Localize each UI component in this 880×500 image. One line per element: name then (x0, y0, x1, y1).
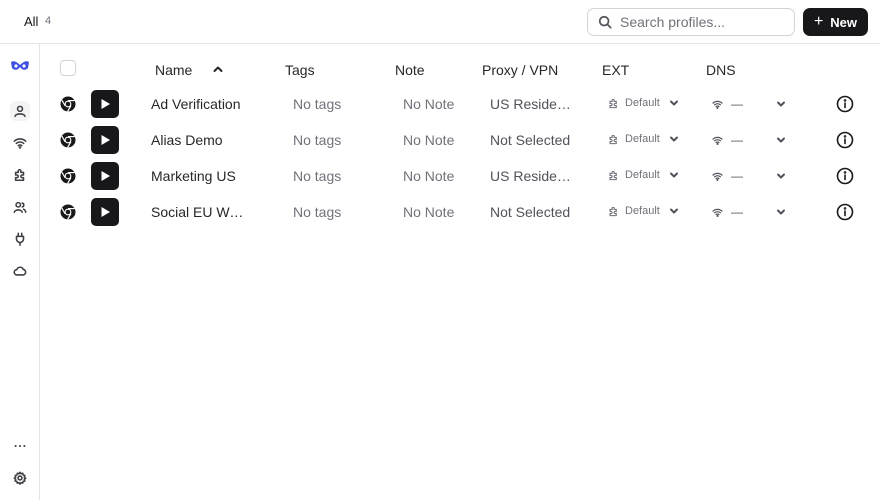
puzzle-icon (609, 206, 617, 216)
chrome-icon (60, 96, 76, 112)
chrome-icon (60, 168, 76, 184)
new-button-label: New (830, 14, 858, 30)
wifi-icon (712, 208, 723, 217)
ext-value: Default (625, 205, 660, 217)
chrome-icon (60, 204, 76, 220)
chevron-down-icon (670, 100, 678, 106)
info-icon[interactable] (836, 131, 854, 149)
search-box[interactable] (587, 8, 795, 36)
extensions-icon[interactable] (10, 165, 30, 185)
ext-dropdown[interactable]: Default (608, 97, 679, 109)
ext-dropdown[interactable]: Default (608, 169, 679, 181)
launch-profile-button[interactable] (91, 198, 119, 226)
table-row[interactable]: Marketing US No tags No Note US Resident… (40, 158, 880, 194)
column-header-note[interactable]: Note (395, 62, 425, 78)
ext-value: Default (625, 97, 660, 109)
info-icon[interactable] (836, 95, 854, 113)
profile-proxy[interactable]: Not Selected (490, 204, 575, 220)
profile-proxy[interactable]: US Residential (490, 168, 575, 184)
new-profile-button[interactable]: + New (803, 8, 868, 36)
profile-tags[interactable]: No tags (293, 96, 341, 112)
puzzle-icon (609, 98, 617, 108)
wifi-icon (712, 136, 723, 145)
search-input[interactable] (620, 14, 790, 30)
wifi-icon (712, 100, 723, 109)
table-row[interactable]: Social EU West No tags No Note Not Selec… (40, 194, 880, 230)
profile-proxy[interactable]: Not Selected (490, 132, 575, 148)
puzzle-icon (609, 134, 617, 144)
filter-all-label[interactable]: All (24, 14, 38, 29)
settings-icon[interactable] (10, 468, 30, 488)
proxy-icon[interactable] (10, 133, 30, 153)
ext-value: Default (625, 169, 660, 181)
select-all-checkbox[interactable] (60, 60, 76, 76)
profile-note[interactable]: No Note (403, 168, 454, 184)
ext-dropdown[interactable]: Default (608, 133, 679, 145)
info-icon[interactable] (836, 203, 854, 221)
profile-name[interactable]: Marketing US (151, 168, 247, 184)
team-icon[interactable] (10, 197, 30, 217)
search-icon (598, 15, 612, 29)
profile-name[interactable]: Ad Verification (151, 96, 247, 112)
cloud-icon[interactable] (10, 261, 30, 281)
profile-note[interactable]: No Note (403, 204, 454, 220)
chevron-down-icon[interactable] (776, 207, 786, 217)
launch-profile-button[interactable] (91, 126, 119, 154)
column-header-tags[interactable]: Tags (285, 62, 315, 78)
plus-icon: + (813, 13, 824, 30)
profile-note[interactable]: No Note (403, 132, 454, 148)
launch-profile-button[interactable] (91, 162, 119, 190)
dns-value[interactable]: — (712, 205, 743, 219)
wifi-icon (712, 172, 723, 181)
chevron-down-icon[interactable] (776, 135, 786, 145)
dns-value[interactable]: — (712, 133, 743, 147)
filter-all-count: 4 (45, 15, 52, 27)
chevron-down-icon (670, 172, 678, 178)
ext-value: Default (625, 133, 660, 145)
dns-value[interactable]: — (712, 169, 743, 183)
dns-value[interactable]: — (712, 97, 743, 111)
sidebar (0, 44, 40, 500)
column-header-ext[interactable]: EXT (602, 62, 629, 78)
chevron-down-icon (670, 136, 678, 142)
chevron-down-icon (670, 208, 678, 214)
dns-text: — (731, 169, 743, 183)
chevron-down-icon[interactable] (776, 99, 786, 109)
plug-icon[interactable] (10, 229, 30, 249)
sort-ascending-icon[interactable] (212, 62, 224, 74)
info-icon[interactable] (836, 167, 854, 185)
ext-dropdown[interactable]: Default (608, 205, 679, 217)
chrome-icon (60, 132, 76, 148)
profile-tags[interactable]: No tags (293, 132, 341, 148)
top-bar: All 4 + New (0, 0, 880, 44)
column-header-dns[interactable]: DNS (706, 62, 736, 78)
profile-tags[interactable]: No tags (293, 168, 341, 184)
launch-profile-button[interactable] (91, 90, 119, 118)
profile-name[interactable]: Social EU West (151, 204, 247, 220)
chevron-down-icon[interactable] (776, 171, 786, 181)
dns-text: — (731, 97, 743, 111)
profile-note[interactable]: No Note (403, 96, 454, 112)
column-header-name[interactable]: Name (155, 62, 192, 78)
puzzle-icon (609, 170, 617, 180)
play-icon (101, 99, 110, 109)
dns-text: — (731, 205, 743, 219)
column-header-proxy[interactable]: Proxy / VPN (482, 62, 558, 78)
table-row[interactable]: Alias Demo No tags No Note Not Selected … (40, 122, 880, 158)
profile-tags[interactable]: No tags (293, 204, 341, 220)
play-icon (101, 135, 110, 145)
profiles-icon[interactable] (10, 101, 30, 121)
table-header: Name Tags Note Proxy / VPN EXT DNS (40, 58, 880, 82)
play-icon (101, 207, 110, 217)
profile-proxy[interactable]: US Residential (490, 96, 575, 112)
dns-text: — (731, 133, 743, 147)
play-icon (101, 171, 110, 181)
table-row[interactable]: Ad Verification No tags No Note US Resid… (40, 86, 880, 122)
more-icon[interactable] (10, 436, 30, 456)
profile-name[interactable]: Alias Demo (151, 132, 247, 148)
